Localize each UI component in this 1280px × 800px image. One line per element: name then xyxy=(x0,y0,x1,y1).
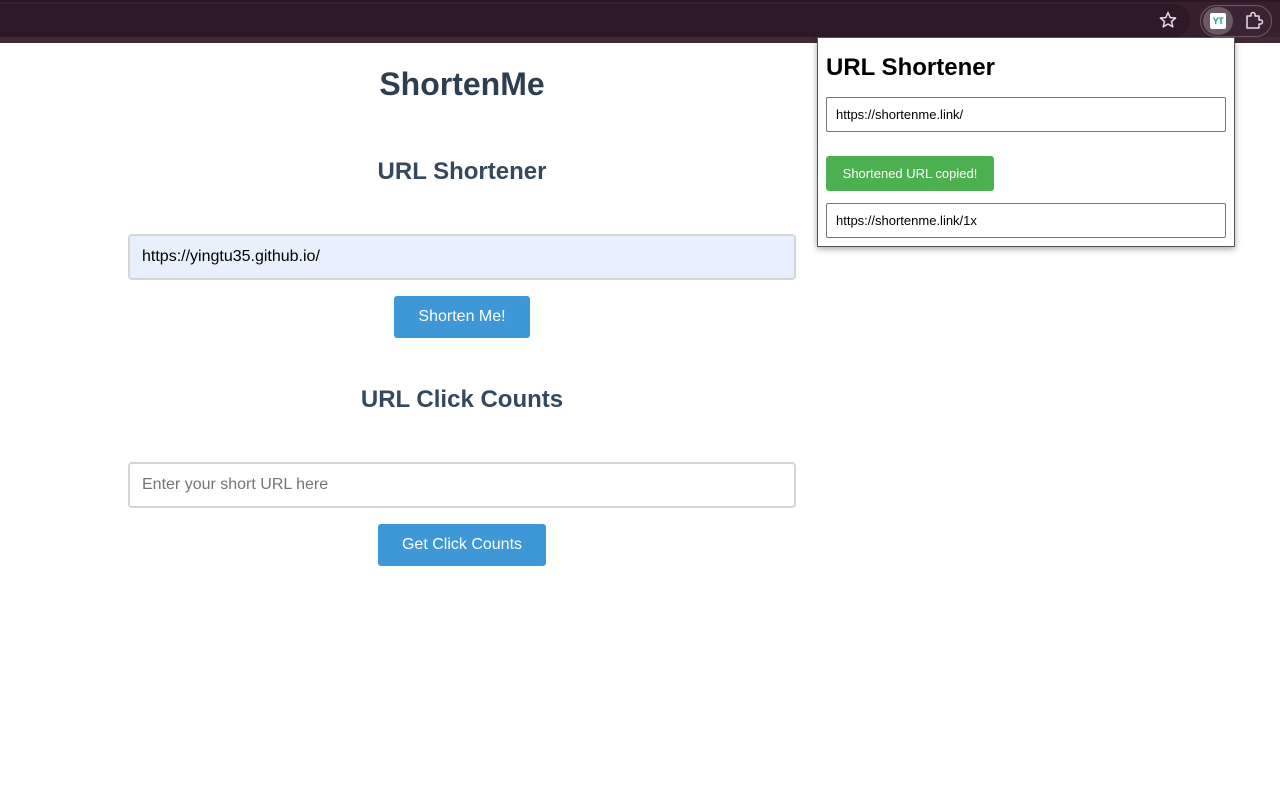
popup-title: URL Shortener xyxy=(826,54,995,81)
popup-base-url-input[interactable] xyxy=(826,97,1226,132)
popup-short-url-output[interactable] xyxy=(826,203,1226,238)
bookmark-star-icon[interactable] xyxy=(1158,10,1178,30)
address-bar[interactable] xyxy=(0,4,1190,37)
extensions-puzzle-icon[interactable] xyxy=(1243,10,1265,32)
shortener-extension-button[interactable]: YT xyxy=(1203,7,1233,35)
page-title: ShortenMe xyxy=(379,66,545,102)
extension-logo-icon: YT xyxy=(1210,13,1226,29)
copied-status-button[interactable]: Shortened URL copied! xyxy=(826,156,994,191)
extension-popup: URL Shortener Shortened URL copied! xyxy=(817,37,1235,247)
shorten-button[interactable]: Shorten Me! xyxy=(394,296,530,338)
shortener-heading: URL Shortener xyxy=(377,158,547,185)
get-click-counts-button[interactable]: Get Click Counts xyxy=(378,524,546,566)
long-url-input[interactable] xyxy=(128,234,796,280)
click-counts-heading: URL Click Counts xyxy=(360,386,564,413)
short-url-input[interactable] xyxy=(128,462,796,508)
